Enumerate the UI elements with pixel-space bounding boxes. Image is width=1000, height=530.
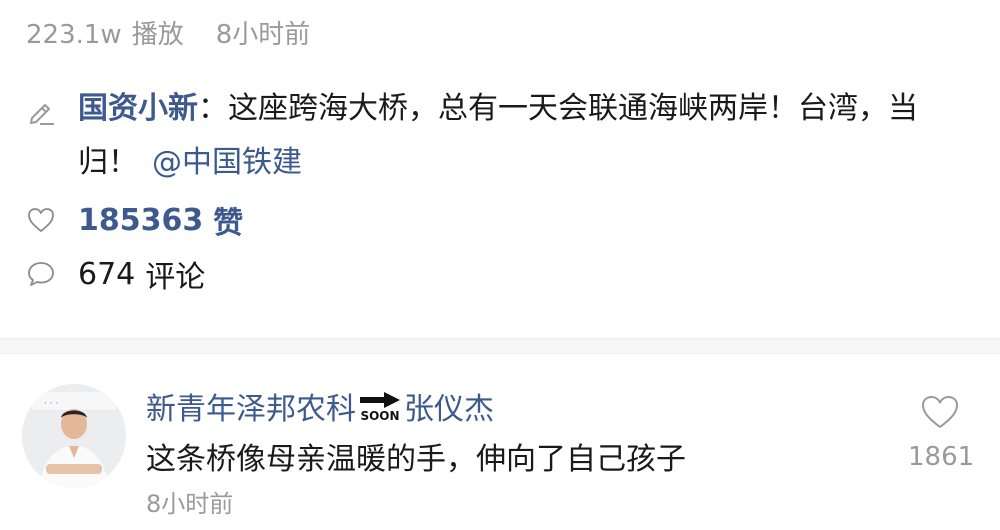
like-label: 赞 bbox=[213, 206, 244, 241]
pencil-icon bbox=[30, 104, 54, 125]
mention-link[interactable]: @中国铁建 bbox=[152, 145, 302, 180]
view-label: 播放 bbox=[131, 20, 184, 50]
avatar[interactable]: · · · bbox=[22, 384, 126, 488]
comment-label: 评论 bbox=[145, 260, 206, 295]
arrow-right-icon bbox=[360, 391, 400, 408]
section-divider bbox=[0, 338, 1000, 354]
commenter-name[interactable]: 新青年泽邦农科 SOON 张仪杰 bbox=[146, 384, 494, 428]
comment-bubble-icon[interactable] bbox=[26, 259, 56, 289]
comment-like-count: 1861 bbox=[908, 442, 975, 472]
post-time: 8小时前 bbox=[215, 20, 311, 50]
like-count: 185363 bbox=[78, 202, 204, 238]
comment-time: 8小时前 bbox=[146, 490, 234, 518]
commenter-name-part1: 新青年泽邦农科 bbox=[146, 392, 356, 427]
heart-icon[interactable] bbox=[920, 394, 960, 430]
comment-text: 这条桥像母亲温暖的手，伸向了自己孩子 bbox=[146, 442, 686, 477]
commenter-name-part2: 张仪杰 bbox=[404, 392, 494, 427]
heart-icon[interactable] bbox=[26, 205, 56, 235]
page: 223.1w 播放 8小时前 国资小新：这座跨海大桥，总有一天会联通海峡两岸！台湾，… bbox=[0, 0, 1000, 530]
soon-badge-text: SOON bbox=[360, 408, 400, 423]
video-meta: 223.1w 播放 8小时前 bbox=[26, 14, 320, 51]
comment-count: 674 bbox=[78, 256, 136, 292]
author-colon: ： bbox=[198, 91, 228, 126]
avatar-image: · · · bbox=[22, 384, 126, 488]
comment-stat[interactable]: 674 评论 bbox=[26, 252, 205, 296]
post-text-block: 国资小新：这座跨海大桥，总有一天会联通海峡两岸！台湾，当归！ @中国铁建 bbox=[26, 82, 976, 190]
post-description: 国资小新：这座跨海大桥，总有一天会联通海峡两岸！台湾，当归！ @中国铁建 bbox=[26, 82, 976, 190]
post-author[interactable]: 国资小新 bbox=[78, 91, 198, 126]
like-stat[interactable]: 185363 赞 bbox=[26, 198, 243, 242]
view-count: 223.1w bbox=[26, 20, 122, 50]
soon-badge: SOON bbox=[358, 391, 402, 422]
comment-item: · · · 新青年泽邦农科 SOON 张仪杰 这条桥像母亲温暖的手，伸向了自己孩… bbox=[0, 370, 1000, 530]
svg-text:· · ·: · · · bbox=[44, 399, 58, 409]
